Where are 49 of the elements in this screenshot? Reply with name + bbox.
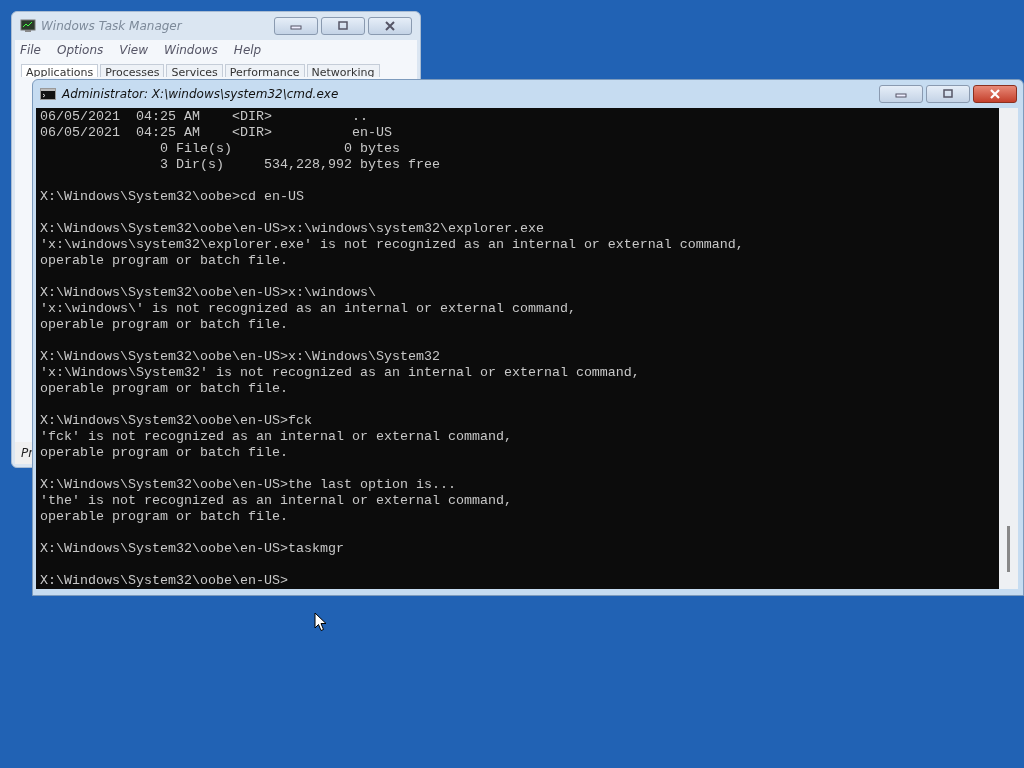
console-line: 'fck' is not recognized as an internal or external command,	[40, 429, 513, 445]
menu-item[interactable]: View	[119, 43, 148, 57]
menu-item[interactable]: Options	[56, 43, 104, 57]
console-line: X:\Windows\System32\oobe\en-US>the last option is...	[40, 477, 457, 493]
maximize-button[interactable]	[321, 17, 365, 35]
minimize-icon	[290, 22, 302, 30]
tab[interactable]: Services	[166, 64, 223, 77]
console-line: 06/05/2021 04:25 AM <DIR> en-US	[40, 125, 393, 141]
console-line: 'x:\Windows\System32' is not recognized as an internal or external command,	[40, 365, 641, 381]
minimize-button[interactable]	[274, 17, 318, 35]
minimize-icon	[895, 90, 907, 98]
close-icon	[384, 21, 396, 31]
console-line: X:\Windows\System32\oobe\en-US>taskmgr	[40, 541, 345, 557]
menu-item[interactable]: File	[20, 43, 41, 57]
console-line: 'the' is not recognized as an internal or external command,	[40, 493, 513, 509]
console-line: X:\Windows\System32\oobe\en-US>	[40, 573, 289, 589]
console-line: X:\Windows\System32\oobe\en-US>x:\windows\	[40, 285, 377, 301]
console-line: operable program or batch file.	[40, 509, 289, 525]
close-icon	[989, 89, 1001, 99]
console-line: 0 File(s) 0 bytes	[158, 141, 401, 157]
tab[interactable]: Processes	[100, 64, 165, 77]
console-line: 06/05/2021 04:25 AM <DIR> ..	[40, 109, 369, 125]
close-button[interactable]	[973, 85, 1017, 103]
window-title: Administrator: X:\windows\system32\cmd.exe	[62, 87, 339, 101]
close-button[interactable]	[368, 17, 412, 35]
console-line: operable program or batch file.	[40, 445, 289, 461]
scrollbar-thumb[interactable]	[1007, 526, 1010, 572]
console-line: 3 Dir(s) 534,228,992 bytes free	[158, 157, 441, 173]
console-line: operable program or batch file.	[40, 253, 289, 269]
console-line: X:\Windows\System32\oobe\en-US>x:\windows\system32\explorer.exe	[40, 221, 545, 237]
console-line: 'x:\windows\system32\explorer.exe' is not recognized as an internal or external command,	[40, 237, 745, 253]
mouse-pointer-icon	[314, 612, 327, 632]
console-line: X:\Windows\System32\oobe\en-US>x:\Windows\System32	[40, 349, 441, 365]
console-icon	[40, 88, 56, 100]
tab[interactable]: Performance	[224, 64, 305, 77]
console-line: X:\Windows\System32\oobe\en-US>fck	[40, 413, 313, 429]
console-line: 'x:\windows\' is not recognized as an internal or external command,	[40, 301, 577, 317]
console-line: operable program or batch file.	[40, 317, 289, 333]
maximize-icon	[337, 21, 349, 31]
scrollbar[interactable]	[999, 108, 1018, 589]
console-line: operable program or batch file.	[40, 381, 289, 397]
console-line: X:\Windows\System32\oobe>cd en-US	[40, 189, 305, 205]
menu-item[interactable]: Windows	[164, 43, 218, 57]
monitor-icon	[20, 19, 36, 33]
minimize-button[interactable]	[879, 85, 923, 103]
window-title: Windows Task Manager	[41, 19, 182, 33]
menu-item[interactable]: Help	[233, 43, 262, 57]
maximize-button[interactable]	[926, 85, 970, 103]
maximize-icon	[942, 89, 954, 99]
